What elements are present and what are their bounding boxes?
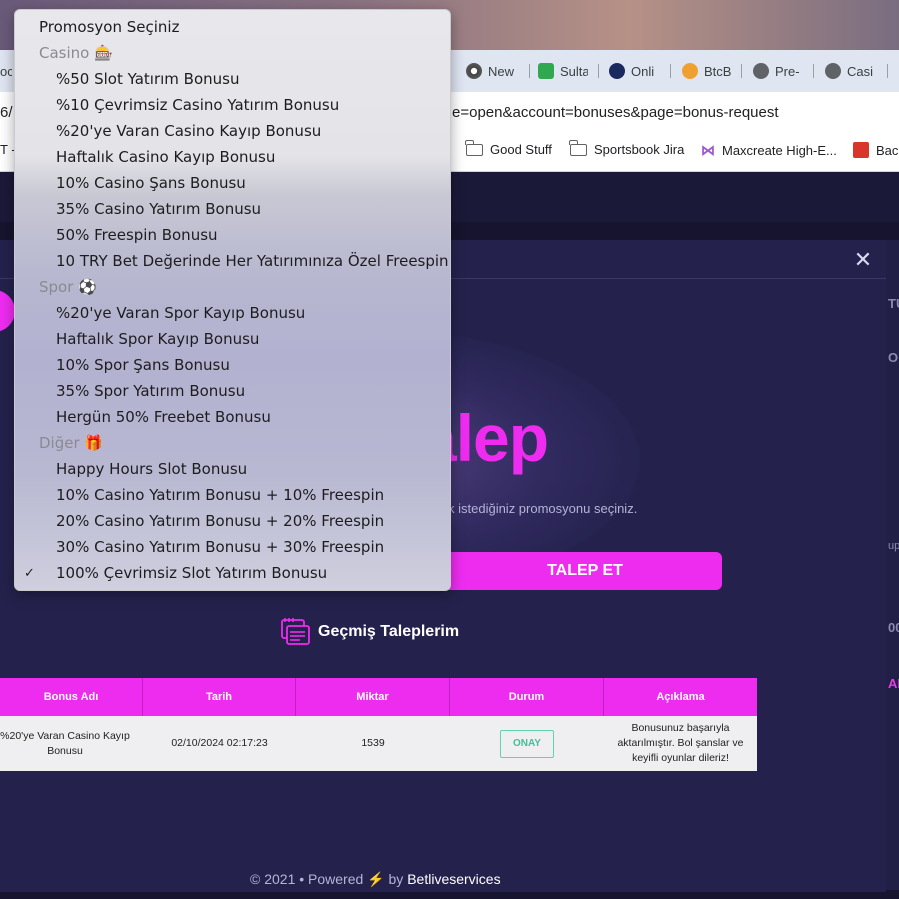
tab-label: Onli [631,63,655,79]
select-option[interactable]: 10% Casino Yatırım Bonusu + 10% Freespin [15,482,450,508]
tab-separator [670,64,671,78]
bookmark-label: Maxcreate High-E... [722,143,837,158]
bookmark-label: Sportsbook Jira [594,142,685,157]
chrome-icon [466,63,482,79]
castle-icon [853,142,869,158]
column-header: Durum [450,678,604,716]
bookmark-back[interactable]: Back [853,142,899,158]
btc-icon [682,63,698,79]
select-option[interactable]: 35% Spor Yatırım Bonusu [15,378,450,404]
column-header: Tarih [143,678,296,716]
select-option[interactable]: 35% Casino Yatırım Bonusu [15,196,450,222]
tab-separator [529,64,530,78]
bonus-name: %20'ye Varan Casino Kayıp Bonusu [0,729,130,757]
select-option[interactable]: Haftalık Casino Kayıp Bonusu [15,144,450,170]
select-option[interactable]: 20% Casino Yatırım Bonusu + 20% Freespin [15,508,450,534]
tab-separator [598,64,599,78]
tab-label: BtcB [704,63,732,79]
select-option[interactable]: %50 Slot Yatırım Bonusu [15,66,450,92]
history-table: Bonus Adı Tarih Miktar Durum Açıklama %2… [0,678,757,771]
description-cell: Bonusunuz başarıyla aktarılmıştır. Bol ş… [617,722,744,764]
column-header: Bonus Adı [0,678,143,716]
select-option[interactable]: Haftalık Spor Kayıp Bonusu [15,326,450,352]
bookmark-maxcreate[interactable]: ⋈ Maxcreate High-E... [701,142,837,159]
page-subtitle: k istediğiniz promosyonu seçiniz. [448,501,638,516]
tab-label: Sulta [560,63,588,79]
url-text[interactable]: e=open&account=bonuses&page=bonus-reques… [452,104,779,121]
select-option[interactable]: %10 Çevrimsiz Casino Yatırım Bonusu [15,92,450,118]
bookmark-label: Good Stuff [490,142,552,157]
globe-icon [825,63,841,79]
promotion-select-list[interactable]: Promosyon Seçiniz Casino 🎰 %50 Slot Yatı… [14,9,451,591]
tab-3[interactable]: Sulta [538,60,588,82]
select-option[interactable]: %20'ye Varan Spor Kayıp Bonusu [15,300,450,326]
close-icon[interactable]: ✕ [852,250,874,272]
select-option[interactable]: Hergün 50% Freebet Bonusu [15,404,450,430]
checkmark-icon: ✓ [24,565,35,581]
folder-icon [465,139,483,156]
status-cell: ONAY [450,716,604,771]
group-label-spor: Spor ⚽ [39,278,97,296]
footer-brand[interactable]: Betliveservices [407,871,500,887]
background-text: OF [888,350,899,365]
tab-label: Pre- [775,63,800,79]
history-label: Geçmiş Taleplerim [318,623,460,640]
status-badge: ONAY [500,729,554,758]
tab-1[interactable]: oc [0,60,12,82]
bookmark-label: Back [876,142,899,158]
select-placeholder[interactable]: Promosyon Seçiniz [15,14,450,40]
footer-by: by [388,871,404,887]
amount-cell: 1539 [361,737,385,750]
bonus-name-cell: %20'ye Varan Casino Kayıp Bonusu [0,716,143,771]
tab-label: oc [0,63,12,79]
column-header: Miktar [296,678,450,716]
select-option[interactable]: 50% Freespin Bonusu [15,222,450,248]
lightning-icon: ⚡ [367,871,385,887]
globe-icon [753,63,769,79]
select-option-selected[interactable]: ✓ 100% Çevrimsiz Slot Yatırım Bonusu [15,560,450,586]
option-label: 100% Çevrimsiz Slot Yatırım Bonusu [56,564,328,582]
select-option[interactable]: 10% Spor Şans Bonusu [15,352,450,378]
select-option[interactable]: %20'ye Varan Casino Kayıp Bonusu [15,118,450,144]
s-logo-icon [538,63,554,79]
column-header: Açıklama [656,691,705,703]
background-content [886,240,899,890]
url-prefix: 6/ [0,104,13,121]
tab-separator [741,64,742,78]
tab-separator [813,64,814,78]
history-icon [280,617,312,647]
group-label-diger: Diğer 🎁 [39,434,104,452]
bookmark-sportsbook-jira[interactable]: Sportsbook Jira [569,139,685,157]
background-text: AH [888,676,899,691]
select-option[interactable]: 10 TRY Bet Değerinde Her Yatırımınıza Öz… [15,248,450,274]
footer: © 2021 • Powered ⚡ by Betliveservices [250,871,501,888]
group-label-casino: Casino 🎰 [39,44,113,62]
tab-2[interactable]: New [466,60,528,82]
table-row: %20'ye Varan Casino Kayıp Bonusu 02/10/2… [0,716,757,771]
background-text: 00 [888,620,899,635]
maxcreate-icon: ⋈ [701,142,715,158]
tab-5[interactable]: BtcB [682,60,732,82]
select-option[interactable]: 30% Casino Yatırım Bonusu + 30% Freespin [15,534,450,560]
tab-separator [887,64,888,78]
date-cell: 02/10/2024 02:17:23 [171,737,268,750]
footer-prefix: © 2021 • Powered [250,871,364,887]
select-option[interactable]: Happy Hours Slot Bonusu [15,456,450,482]
select-option[interactable]: 10% Casino Şans Bonusu [15,170,450,196]
bookmark-good-stuff[interactable]: Good Stuff [465,139,552,157]
crown-icon [609,63,625,79]
tab-7[interactable]: Casi [825,60,877,82]
background-text: up [888,540,899,552]
tab-label: Casi [847,63,874,79]
request-button[interactable]: TALEP ET [448,552,722,590]
tab-6[interactable]: Pre- [753,60,803,82]
table-header: Bonus Adı Tarih Miktar Durum Açıklama [0,678,757,716]
history-link[interactable]: Geçmiş Taleplerim [280,617,459,647]
background-text: TU [888,296,899,311]
tab-label: New [488,63,515,79]
tab-indicator[interactable] [0,290,15,332]
tab-4[interactable]: Onli [609,60,661,82]
folder-icon [569,139,587,156]
